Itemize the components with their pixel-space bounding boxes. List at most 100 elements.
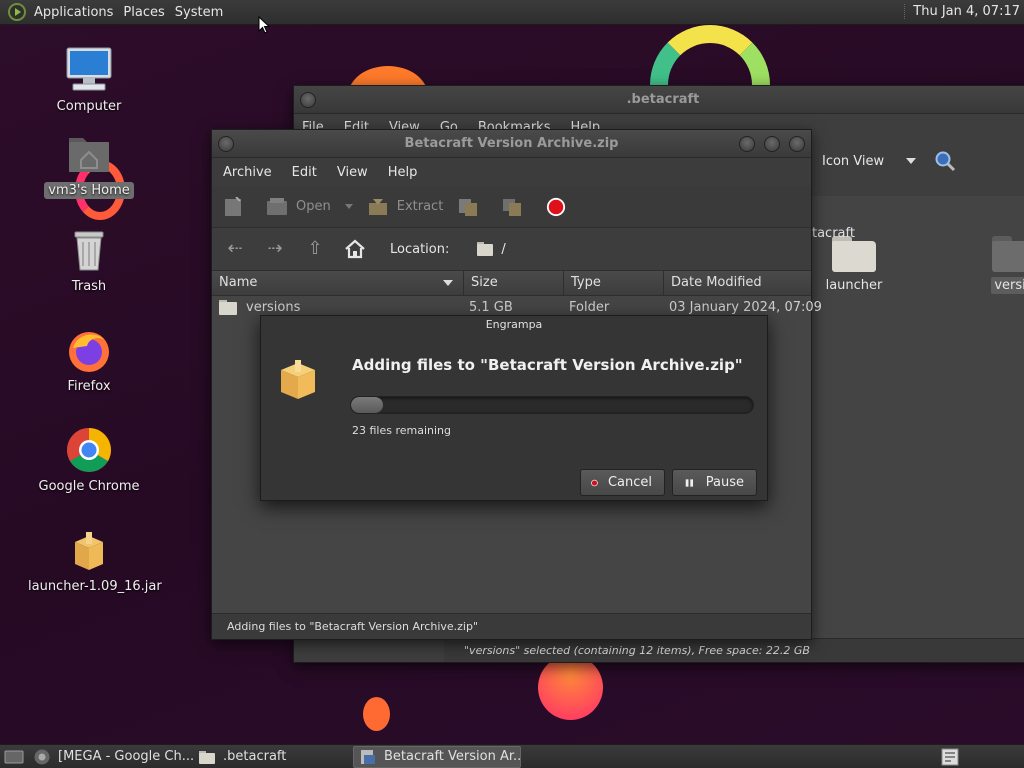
open-button[interactable]: Open <box>266 197 353 217</box>
trash-icon <box>65 226 113 274</box>
applications-menu[interactable]: Applications <box>32 5 121 20</box>
mate-logo-icon[interactable] <box>8 3 26 21</box>
location-field[interactable]: / <box>477 241 506 257</box>
mouse-pointer-icon <box>258 16 270 34</box>
file-manager-titlebar[interactable]: .betacraft <box>294 86 1024 114</box>
archive-manager-icon <box>361 749 375 764</box>
column-size[interactable]: Size <box>464 270 564 296</box>
cancel-button[interactable]: Cancel <box>580 469 665 496</box>
column-name-label: Name <box>219 275 258 290</box>
archive-icon <box>65 526 113 574</box>
archive-toolbar: Open Extract <box>212 186 811 228</box>
show-desktop-icon <box>4 750 24 763</box>
archive-manager-menubar: Archive Edit View Help <box>212 158 811 186</box>
desktop-icon-chrome[interactable]: Google Chrome <box>24 426 154 495</box>
add-folder-icon <box>503 198 522 216</box>
menu-archive[interactable]: Archive <box>223 165 272 180</box>
view-mode-selector[interactable]: Icon View <box>802 141 1024 181</box>
window-menu-button[interactable] <box>218 136 234 152</box>
add-files-icon <box>459 198 478 216</box>
cell-type: Folder <box>569 299 610 315</box>
menu-view[interactable]: View <box>337 165 368 180</box>
top-panel: Applications Places System Thu Jan 4, 07… <box>0 0 1024 25</box>
desktop-icon-trash[interactable]: Trash <box>24 226 154 295</box>
clock[interactable]: Thu Jan 4, 07:17 <box>904 4 1020 19</box>
chrome-icon <box>65 426 113 474</box>
window-menu-button[interactable] <box>300 92 316 108</box>
folder-icon <box>992 236 1024 272</box>
file-manager-statusbar: "versions" selected (containing 12 items… <box>444 638 1024 662</box>
stop-icon <box>547 197 566 216</box>
show-desktop-button[interactable] <box>0 746 28 768</box>
places-menu[interactable]: Places <box>121 5 172 20</box>
taskbar-item-label: [MEGA - Google Ch... <box>58 749 193 764</box>
up-arrow-icon[interactable]: ⇧ <box>304 238 326 260</box>
files-remaining: 23 files remaining <box>352 424 452 437</box>
chevron-down-icon[interactable] <box>906 158 917 164</box>
wallpaper-pink-blob <box>538 655 603 720</box>
taskbar-item-archive-manager[interactable]: Betacraft Version Ar... <box>353 745 521 768</box>
folder-item-versions[interactable]: versio <box>979 236 1024 294</box>
location-label: Location: <box>390 241 450 257</box>
maximize-button[interactable] <box>764 136 780 152</box>
search-icon[interactable] <box>934 150 956 172</box>
open-archive-icon <box>267 197 287 215</box>
file-list-header: Name Size Type Date Modified <box>212 270 811 296</box>
cell-date-modified: 03 January 2024, 07:09 <box>669 299 822 315</box>
taskbar: [MEGA - Google Ch... .betacraft Betacraf… <box>0 744 1024 768</box>
progress-bar <box>350 396 754 414</box>
column-name[interactable]: Name <box>212 270 464 296</box>
archive-statusbar: Adding files to "Betacraft Version Archi… <box>212 613 811 639</box>
menu-edit[interactable]: Edit <box>292 165 317 180</box>
folder-label: versio <box>991 277 1024 294</box>
taskbar-item-label: .betacraft <box>223 749 287 764</box>
progress-dialog: Engrampa Adding files to "Betacraft Vers… <box>260 315 768 501</box>
column-type[interactable]: Type <box>564 270 664 296</box>
open-label: Open <box>296 199 331 214</box>
workspace-switcher-icon[interactable] <box>941 748 959 766</box>
home-folder-icon <box>65 130 113 178</box>
cancel-label: Cancel <box>607 475 652 490</box>
pause-icon <box>685 478 694 487</box>
open-dropdown-chevron-icon[interactable] <box>344 204 353 209</box>
back-arrow-icon[interactable]: ⇠ <box>224 238 246 260</box>
stop-button[interactable] <box>545 197 575 217</box>
new-archive-icon <box>225 196 241 216</box>
close-button[interactable] <box>789 136 805 152</box>
desktop-icon-label: Trash <box>71 279 107 294</box>
folder-icon <box>832 236 876 272</box>
desktop-icon-label: launcher-1.09_16.jar <box>28 579 162 594</box>
folder-item-launcher[interactable]: launcher <box>819 236 889 293</box>
desktop-icon-firefox[interactable]: Firefox <box>24 326 154 395</box>
forward-arrow-icon[interactable]: ⇢ <box>264 238 286 260</box>
taskbar-item-chrome[interactable]: [MEGA - Google Ch... <box>28 746 193 768</box>
chrome-icon <box>34 749 50 764</box>
progress-dialog-titlebar[interactable]: Engrampa <box>261 316 767 334</box>
desktop-icon-home[interactable]: vm3's Home <box>24 130 154 199</box>
view-mode-label: Icon View <box>822 153 885 169</box>
add-files-button[interactable] <box>457 197 487 217</box>
cell-size: 5.1 GB <box>469 299 513 315</box>
add-folder-button[interactable] <box>501 197 531 217</box>
pause-label: Pause <box>705 475 744 490</box>
home-icon[interactable] <box>344 238 366 260</box>
desktop-icon-label: vm3's Home <box>44 182 134 199</box>
desktop-icon-label: Firefox <box>67 379 111 394</box>
taskbar-item-label: Betacraft Version Ar... <box>384 749 521 764</box>
desktop-icon-label: Computer <box>56 99 122 114</box>
desktop-icon-launcher-jar[interactable]: launcher-1.09_16.jar <box>24 526 162 595</box>
wallpaper-small-blob <box>363 697 390 731</box>
desktop-icon-computer[interactable]: Computer <box>24 46 154 115</box>
archive-manager-titlebar[interactable]: Betacraft Version Archive.zip <box>212 130 811 158</box>
system-menu[interactable]: System <box>173 5 231 20</box>
extract-button[interactable]: Extract <box>367 197 443 217</box>
new-archive-button[interactable] <box>222 196 252 217</box>
taskbar-item-file-manager[interactable]: .betacraft <box>193 746 353 768</box>
location-value: / <box>501 241 506 257</box>
menu-help[interactable]: Help <box>388 165 418 180</box>
firefox-icon <box>65 326 113 374</box>
row-name: versions <box>246 299 301 315</box>
minimize-button[interactable] <box>739 136 755 152</box>
pause-button[interactable]: Pause <box>672 469 757 496</box>
column-date-modified[interactable]: Date Modified <box>664 270 811 296</box>
